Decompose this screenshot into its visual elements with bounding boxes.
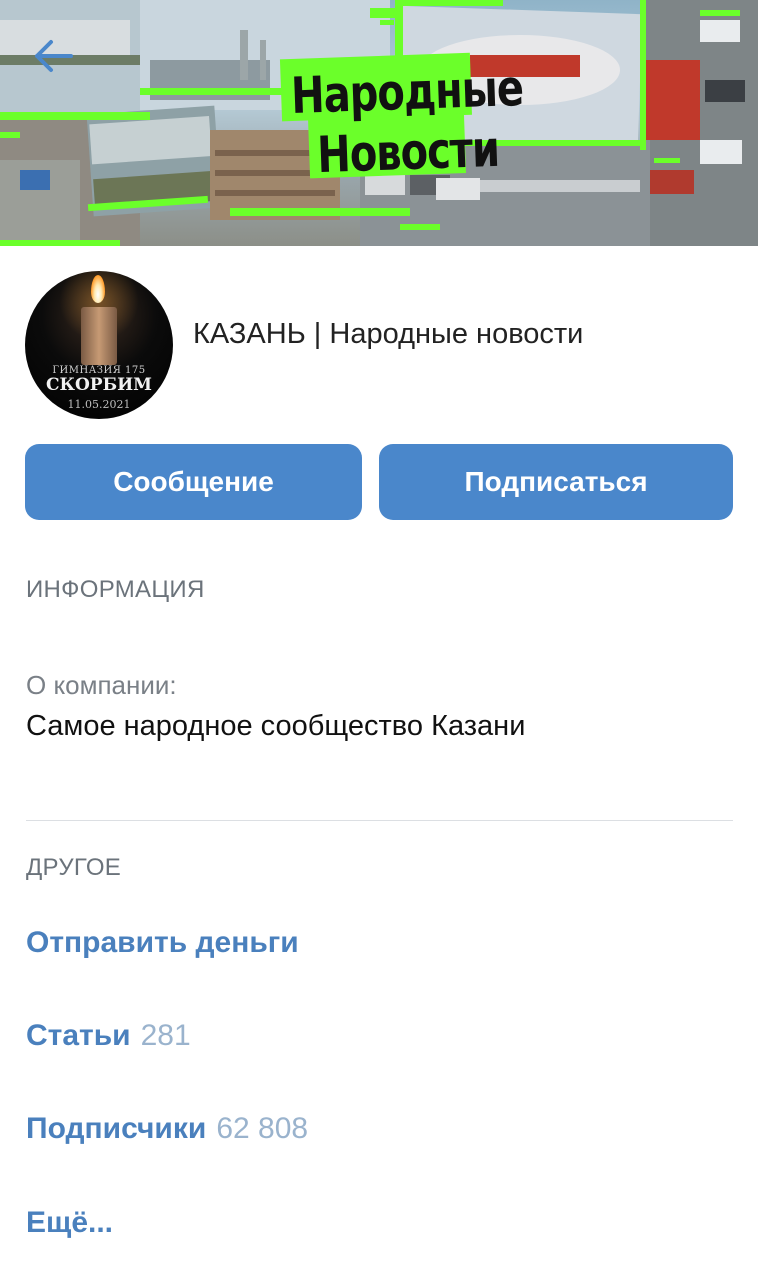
avatar-text-line2: СКОРБИМ bbox=[46, 375, 152, 395]
send-money-label: Отправить деньги bbox=[26, 926, 299, 959]
articles-link[interactable]: Статьи 281 bbox=[26, 1019, 191, 1053]
send-money-link[interactable]: Отправить деньги bbox=[26, 926, 299, 960]
articles-label: Статьи bbox=[26, 1019, 131, 1052]
arrow-left-icon bbox=[35, 40, 73, 72]
articles-count: 281 bbox=[140, 1019, 191, 1052]
info-section-title: ИНФОРМАЦИЯ bbox=[26, 576, 205, 603]
cover-title-line2: Новости bbox=[316, 120, 500, 185]
more-link[interactable]: Ещё... bbox=[26, 1206, 113, 1240]
more-label: Ещё... bbox=[26, 1206, 114, 1239]
subscribe-button[interactable]: Подписаться bbox=[379, 444, 733, 520]
candle-icon bbox=[81, 307, 117, 365]
subscribers-count: 62 808 bbox=[216, 1112, 309, 1145]
back-button[interactable] bbox=[28, 34, 78, 78]
cover-title: Народные Новости bbox=[279, 52, 524, 185]
group-name: КАЗАНЬ | Народные новости bbox=[193, 318, 584, 350]
candle-flame-icon bbox=[91, 275, 105, 303]
cover-image: Народные Новости bbox=[0, 0, 758, 246]
avatar-text-line3: 11.05.2021 bbox=[67, 398, 131, 411]
message-button[interactable]: Сообщение bbox=[25, 444, 362, 520]
subscribers-link[interactable]: Подписчики 62 808 bbox=[26, 1112, 308, 1146]
subscribers-label: Подписчики bbox=[26, 1112, 207, 1145]
about-value: Самое народное сообщество Казани bbox=[26, 710, 526, 742]
other-section-title: ДРУГОЕ bbox=[26, 854, 122, 881]
avatar[interactable]: ГИМНАЗИЯ 175 СКОРБИМ 11.05.2021 bbox=[25, 271, 173, 419]
divider bbox=[26, 820, 733, 821]
about-label: О компании: bbox=[26, 670, 177, 700]
